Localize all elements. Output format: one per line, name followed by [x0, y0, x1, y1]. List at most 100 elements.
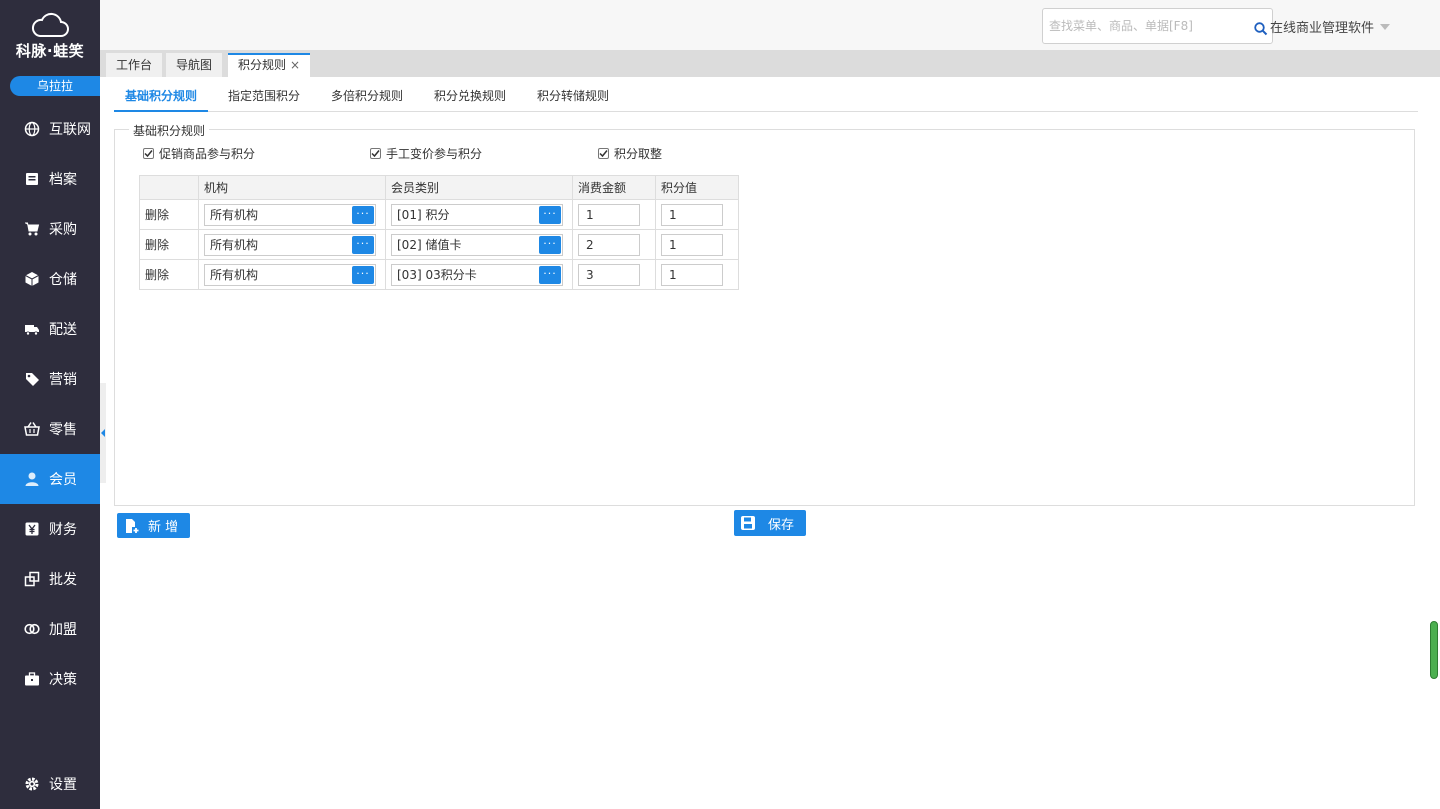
search-box: [1042, 8, 1273, 44]
subtab-transfer-rules[interactable]: 积分转储规则: [526, 82, 620, 112]
delete-link[interactable]: 删除: [139, 259, 199, 290]
user-icon: [24, 471, 40, 487]
nav-item-retail[interactable]: 零售: [0, 404, 100, 454]
table-row: 删除 所有机构 ··· [02] 储值卡 ··· 2 1: [139, 229, 739, 260]
amount-input[interactable]: 3: [578, 263, 640, 286]
company-selector[interactable]: 在线商业管理软件: [1270, 17, 1391, 36]
member-type-picker[interactable]: [03] 03积分卡 ···: [391, 263, 563, 286]
save-button-label: 保存: [768, 517, 795, 533]
points-input[interactable]: 1: [661, 263, 723, 286]
rules-table: 机构 会员类别 消费金额 积分值 删除 所有机构 ··· [01] 积分 ··· 1…: [139, 175, 739, 290]
delete-link[interactable]: 删除: [139, 199, 199, 230]
amount-input[interactable]: 2: [578, 233, 640, 256]
search-icon[interactable]: [1254, 22, 1268, 39]
member-type-value: [01] 积分: [397, 208, 450, 222]
points-input[interactable]: 1: [661, 233, 723, 256]
scrollbar-thumb[interactable]: [1430, 621, 1438, 679]
add-button[interactable]: 新 增: [117, 513, 190, 538]
checkbox-checked-icon: [598, 148, 609, 159]
nav-item-wholesale[interactable]: 批发: [0, 554, 100, 604]
subtab-basic-rules[interactable]: 基础积分规则: [114, 82, 209, 112]
org-value: 所有机构: [210, 208, 259, 222]
nav-item-internet[interactable]: 互联网: [0, 104, 100, 154]
checkbox-round-points[interactable]: 积分取整: [598, 145, 662, 162]
member-type-value: [02] 储值卡: [397, 238, 462, 252]
nav-item-purchase[interactable]: 采购: [0, 204, 100, 254]
brand-name: 科脉·蛙笑: [15, 42, 85, 60]
nav-item-storage[interactable]: 仓储: [0, 254, 100, 304]
tab-points-rules[interactable]: 积分规则 ×: [228, 53, 311, 77]
checkbox-checked-icon: [143, 148, 154, 159]
yen-icon: [24, 521, 40, 537]
nav-item-decision[interactable]: 决策: [0, 654, 100, 704]
cart-icon: [24, 221, 40, 237]
nav-label: 财务: [49, 522, 77, 538]
checkbox-label: 手工变价参与积分: [386, 147, 483, 161]
nav-label: 零售: [49, 422, 77, 438]
column-header-amount: 消费金额: [572, 175, 656, 200]
tab-label: 积分规则: [238, 58, 287, 72]
basic-rules-fieldset: 基础积分规则 促销商品参与积分 手工变价参与积分 积分取整 机构 会员类别 消费…: [114, 122, 1415, 506]
ellipsis-icon[interactable]: ···: [352, 205, 374, 224]
nav-item-archive[interactable]: 档案: [0, 154, 100, 204]
search-input[interactable]: [1043, 9, 1243, 43]
gear-icon: [24, 776, 40, 792]
add-file-icon: [124, 518, 140, 534]
topbar: 在线商业管理软件: [100, 0, 1440, 50]
collapse-arrow-icon: [101, 429, 105, 437]
checkbox-manual-price-points[interactable]: 手工变价参与积分: [370, 145, 482, 162]
nav-label: 营销: [49, 372, 77, 388]
member-type-picker[interactable]: [01] 积分 ···: [391, 203, 563, 226]
org-picker[interactable]: 所有机构 ···: [204, 233, 376, 256]
org-value: 所有机构: [210, 238, 259, 252]
nav-label: 采购: [49, 222, 77, 238]
nav-label: 会员: [49, 472, 77, 488]
file-icon: [24, 171, 40, 187]
nav-item-finance[interactable]: 财务: [0, 504, 100, 554]
member-type-picker[interactable]: [02] 储值卡 ···: [391, 233, 563, 256]
user-name-badge[interactable]: 乌拉拉: [10, 76, 100, 96]
save-button[interactable]: 保存: [734, 510, 806, 536]
nav-label: 设置: [49, 777, 77, 793]
sidebar-collapse-handle[interactable]: [100, 383, 106, 483]
subtab-exchange-rules[interactable]: 积分兑换规则: [423, 82, 517, 112]
org-picker[interactable]: 所有机构 ···: [204, 263, 376, 286]
nav-item-member[interactable]: 会员: [0, 454, 100, 504]
company-name: 在线商业管理软件: [1270, 21, 1375, 36]
column-header-member-type: 会员类别: [385, 175, 573, 200]
delete-link[interactable]: 删除: [139, 229, 199, 260]
points-input[interactable]: 1: [661, 203, 723, 226]
rings-icon: [24, 621, 40, 637]
column-header-points: 积分值: [655, 175, 739, 200]
tab-navigation[interactable]: 导航图: [166, 53, 223, 77]
globe-icon: [24, 121, 40, 137]
nav-label: 仓储: [49, 272, 77, 288]
caret-down-icon: [1380, 23, 1391, 30]
nav-menu: 互联网 档案 采购 仓储 配送 营销 零售 会员 财务 批发 加盟 决策: [0, 104, 100, 704]
nav-item-settings[interactable]: 设置: [0, 759, 100, 809]
checkbox-promo-points[interactable]: 促销商品参与积分: [143, 145, 255, 162]
table-row: 删除 所有机构 ··· [01] 积分 ··· 1 1: [139, 199, 739, 230]
box-icon: [24, 271, 40, 287]
amount-input[interactable]: 1: [578, 203, 640, 226]
org-picker[interactable]: 所有机构 ···: [204, 203, 376, 226]
nav-item-marketing[interactable]: 营销: [0, 354, 100, 404]
ellipsis-icon[interactable]: ···: [539, 205, 561, 224]
subtab-multiple-points[interactable]: 多倍积分规则: [320, 82, 414, 112]
ellipsis-icon[interactable]: ···: [352, 235, 374, 254]
tab-workbench[interactable]: 工作台: [106, 53, 163, 77]
nav-item-franchise[interactable]: 加盟: [0, 604, 100, 654]
subtab-bar: 基础积分规则 指定范围积分 多倍积分规则 积分兑换规则 积分转储规则: [114, 82, 1418, 112]
column-header: [139, 175, 199, 200]
nav-item-delivery[interactable]: 配送: [0, 304, 100, 354]
ellipsis-icon[interactable]: ···: [539, 265, 561, 284]
sidebar: 科脉·蛙笑 乌拉拉 互联网 档案 采购 仓储 配送 营销 零售 会员 财务 批发…: [0, 0, 100, 809]
nav-label: 批发: [49, 572, 77, 588]
member-type-value: [03] 03积分卡: [397, 268, 477, 282]
tag-icon: [24, 371, 40, 387]
subtab-range-points[interactable]: 指定范围积分: [217, 82, 311, 112]
nav-label: 决策: [49, 672, 77, 688]
ellipsis-icon[interactable]: ···: [352, 265, 374, 284]
ellipsis-icon[interactable]: ···: [539, 235, 561, 254]
close-icon[interactable]: ×: [290, 58, 300, 72]
